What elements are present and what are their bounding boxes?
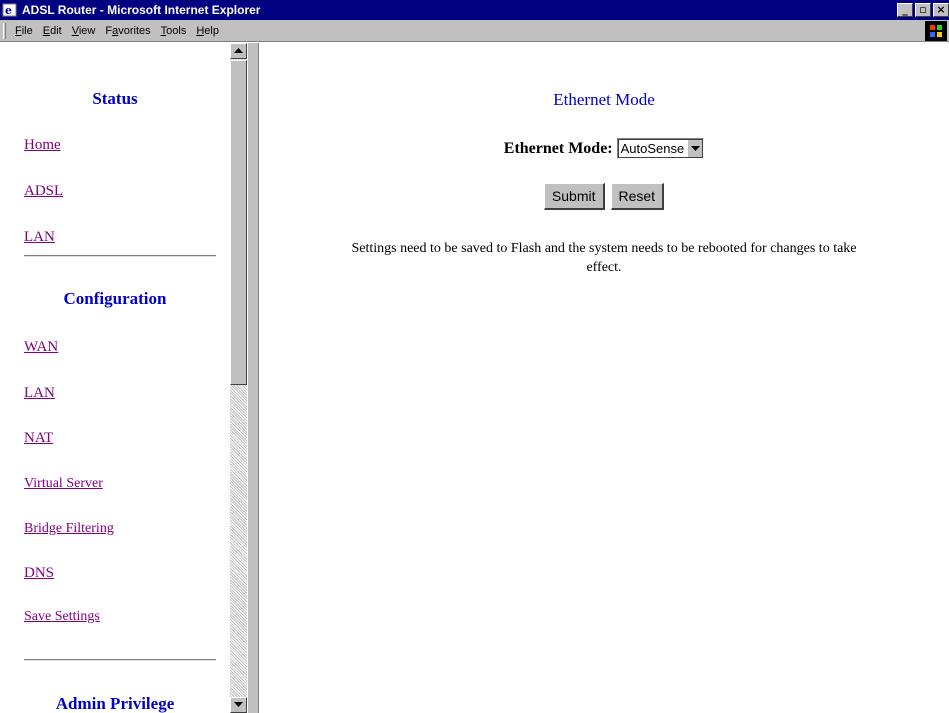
menu-file[interactable]: File: [10, 25, 38, 37]
windows-flag-icon: [925, 21, 947, 41]
window-titlebar[interactable]: e ADSL Router - Microsoft Internet Explo…: [0, 0, 949, 20]
nav-link-lan-status[interactable]: LAN: [24, 229, 55, 246]
chevron-down-icon[interactable]: [687, 139, 704, 158]
arrow-up-icon: [234, 48, 243, 53]
status-heading: Status: [92, 89, 138, 108]
window-title: ADSL Router - Microsoft Internet Explore…: [22, 3, 261, 17]
menu-bar: File Edit View Favorites Tools Help: [0, 20, 949, 42]
ethernet-mode-row: Ethernet Mode: AutoSense: [259, 138, 949, 159]
nav-divider: [24, 659, 216, 661]
menu-tools[interactable]: Tools: [156, 25, 192, 37]
frame-splitter[interactable]: [247, 43, 259, 713]
close-button[interactable]: ×: [933, 3, 949, 17]
left-nav-frame: Status Home ADSL LAN Configuration WAN L…: [0, 43, 250, 713]
page-title: Ethernet Mode: [553, 90, 655, 109]
main-content-frame: Ethernet Mode Ethernet Mode: AutoSense S…: [259, 43, 949, 713]
scroll-up-button[interactable]: [230, 43, 247, 59]
settings-note-line1: Settings need to be saved to Flash and t…: [351, 241, 857, 256]
admin-privilege-heading: Admin Privilege: [55, 694, 175, 713]
ethernet-mode-select[interactable]: AutoSense: [616, 138, 705, 159]
configuration-heading: Configuration: [63, 289, 167, 308]
submit-button[interactable]: Submit: [543, 183, 605, 210]
toolbar-grip[interactable]: [3, 22, 6, 39]
left-frame-scrollbar[interactable]: [230, 43, 247, 713]
menu-edit[interactable]: Edit: [38, 25, 67, 37]
nav-link-home[interactable]: Home: [24, 137, 61, 154]
scroll-down-button[interactable]: [230, 697, 247, 713]
ethernet-mode-label: Ethernet Mode:: [503, 139, 613, 157]
nav-link-save-settings[interactable]: Save Settings: [24, 609, 100, 625]
ie-page-icon[interactable]: e: [2, 2, 18, 18]
reset-button[interactable]: Reset: [610, 183, 665, 210]
settings-note-line2: effect.: [586, 260, 622, 275]
menu-help[interactable]: Help: [191, 25, 224, 37]
nav-link-dns[interactable]: DNS: [24, 565, 54, 582]
svg-text:e: e: [5, 4, 12, 17]
menu-view[interactable]: View: [67, 25, 101, 37]
nav-link-wan[interactable]: WAN: [24, 339, 58, 356]
ethernet-mode-value: AutoSense: [620, 141, 685, 156]
maximize-button[interactable]: ▫: [915, 3, 931, 17]
menu-favorites[interactable]: Favorites: [100, 25, 155, 37]
settings-note: Settings need to be saved to Flash and t…: [259, 239, 949, 277]
nav-link-bridge-filtering[interactable]: Bridge Filtering: [24, 521, 114, 537]
nav-link-lan-config[interactable]: LAN: [24, 385, 55, 402]
minimize-button[interactable]: _: [897, 3, 913, 17]
nav-divider: [24, 255, 216, 257]
form-buttons: Submit Reset: [259, 183, 949, 210]
nav-link-adsl[interactable]: ADSL: [24, 183, 63, 200]
nav-link-nat[interactable]: NAT: [24, 430, 53, 447]
scroll-thumb[interactable]: [230, 60, 247, 385]
nav-link-virtual-server[interactable]: Virtual Server: [24, 476, 103, 492]
arrow-down-icon: [234, 702, 243, 707]
